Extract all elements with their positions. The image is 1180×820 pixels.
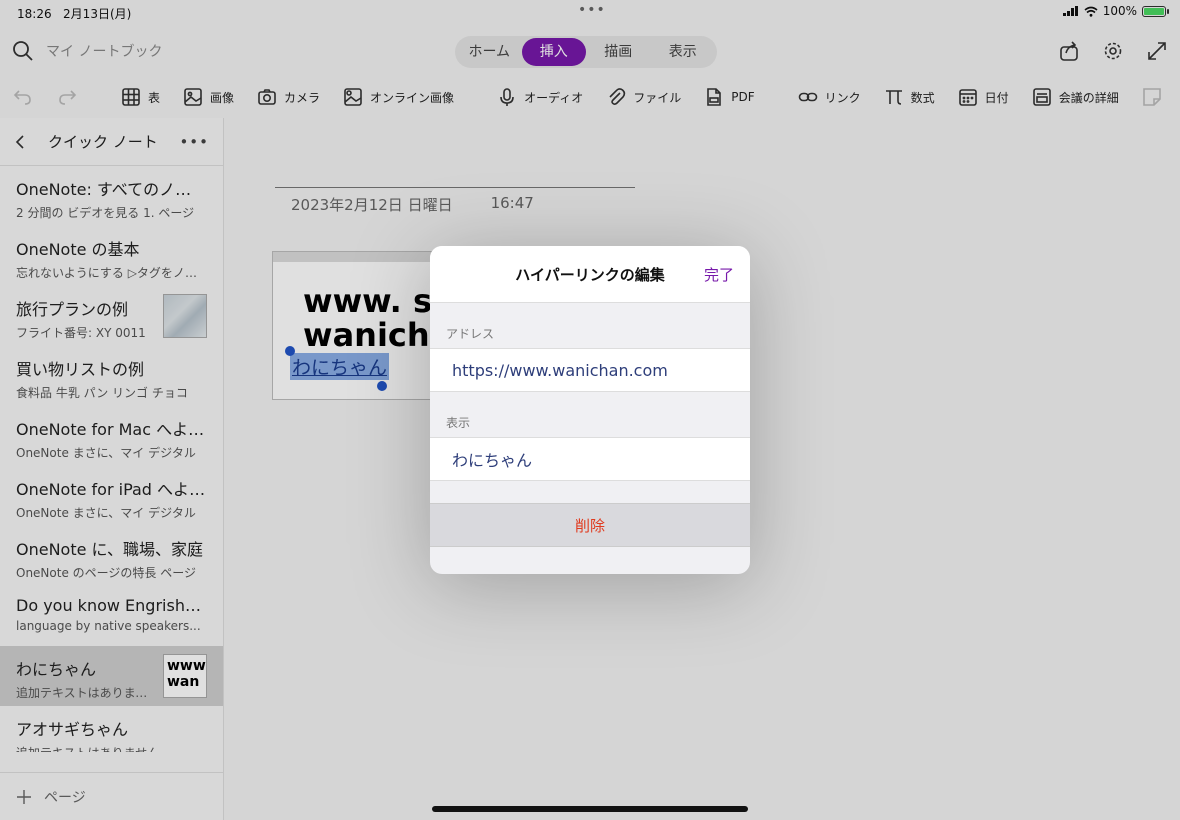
delete-link-button[interactable]: 削除 xyxy=(430,503,750,547)
address-label: アドレス xyxy=(446,327,495,341)
dialog-header: ハイパーリンクの編集 完了 xyxy=(430,246,750,303)
address-input[interactable]: https://www.wanichan.com xyxy=(430,348,750,392)
home-indicator[interactable] xyxy=(432,806,748,812)
display-label: 表示 xyxy=(446,416,471,430)
display-text-input[interactable]: わにちゃん xyxy=(430,437,750,481)
done-button[interactable]: 完了 xyxy=(704,264,734,285)
edit-hyperlink-dialog: ハイパーリンクの編集 完了 アドレス https://www.wanichan.… xyxy=(430,246,750,574)
dialog-title: ハイパーリンクの編集 xyxy=(515,266,665,284)
